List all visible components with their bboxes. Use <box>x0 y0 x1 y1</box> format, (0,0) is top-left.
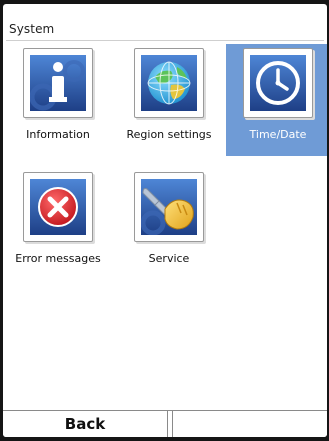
wrench-icon <box>141 179 197 235</box>
back-button-label: Back <box>64 415 106 433</box>
tile-frame <box>134 48 204 118</box>
screen: System Information Region settings Time/… <box>3 4 327 437</box>
clock-icon <box>250 55 306 111</box>
right-softkey[interactable] <box>172 411 327 437</box>
tile-label: Service <box>148 252 190 265</box>
tile-label: Information <box>26 128 90 141</box>
tile-frame <box>243 48 313 118</box>
tile-label: Error messages <box>15 252 101 265</box>
tile-label: Region settings <box>126 128 212 141</box>
error-icon <box>30 179 86 235</box>
information-icon <box>30 55 86 111</box>
globe-icon <box>141 55 197 111</box>
tile-error-messages[interactable]: Error messages <box>6 168 110 280</box>
tile-information[interactable]: Information <box>6 44 110 156</box>
tile-time-date[interactable]: Time/Date <box>226 44 327 156</box>
device-frame: System Information Region settings Time/… <box>0 0 329 441</box>
back-button[interactable]: Back <box>3 411 168 437</box>
tile-region-settings[interactable]: Region settings <box>117 44 221 156</box>
tile-service[interactable]: Service <box>117 168 221 280</box>
tile-frame <box>23 172 93 242</box>
title-divider <box>6 40 324 41</box>
tile-label: Time/Date <box>249 128 307 141</box>
tile-frame <box>134 172 204 242</box>
tile-frame <box>23 48 93 118</box>
softkey-bar: Back <box>3 410 327 437</box>
page-title: System <box>9 22 55 36</box>
